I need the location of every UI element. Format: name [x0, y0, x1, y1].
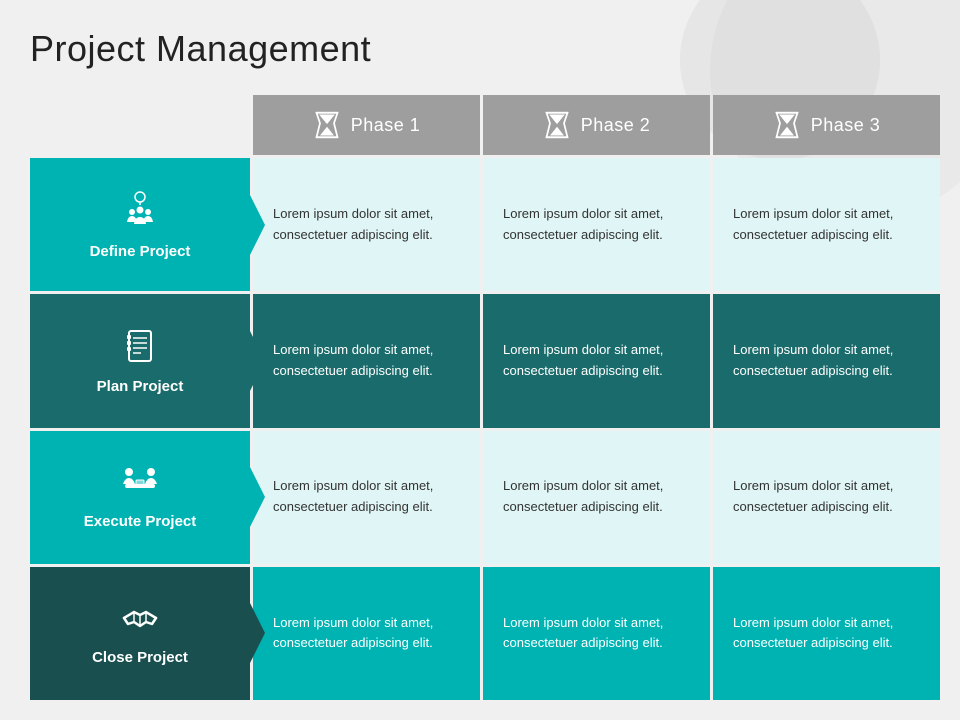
row-execute-label: Execute Project: [30, 431, 250, 564]
row-plan-label: Plan Project: [30, 294, 250, 427]
main-grid: Phase 1 Phase 2 Phase 3: [30, 95, 940, 700]
cell-execute-phase3: Lorem ipsum dolor sit amet, consectetuer…: [713, 431, 940, 564]
cell-execute-phase2-text: Lorem ipsum dolor sit amet, consectetuer…: [503, 476, 690, 518]
hourglass-icon-1: [313, 111, 341, 139]
cell-plan-phase2-text: Lorem ipsum dolor sit amet, consectetuer…: [503, 340, 690, 382]
execute-project-label: Execute Project: [84, 513, 197, 530]
cell-plan-phase1: Lorem ipsum dolor sit amet, consectetuer…: [253, 294, 480, 427]
cell-execute-phase1: Lorem ipsum dolor sit amet, consectetuer…: [253, 431, 480, 564]
phase-3-label: Phase 3: [811, 115, 881, 136]
cell-execute-phase2: Lorem ipsum dolor sit amet, consectetuer…: [483, 431, 710, 564]
cell-plan-phase2: Lorem ipsum dolor sit amet, consectetuer…: [483, 294, 710, 427]
cell-define-phase1: Lorem ipsum dolor sit amet, consectetuer…: [253, 158, 480, 291]
cell-close-phase1: Lorem ipsum dolor sit amet, consectetuer…: [253, 567, 480, 700]
row-define-label: Define Project: [30, 158, 250, 291]
cell-plan-phase1-text: Lorem ipsum dolor sit amet, consectetuer…: [273, 340, 460, 382]
cell-close-phase3: Lorem ipsum dolor sit amet, consectetuer…: [713, 567, 940, 700]
hourglass-icon-2: [543, 111, 571, 139]
cell-close-phase1-text: Lorem ipsum dolor sit amet, consectetuer…: [273, 613, 460, 655]
cell-close-phase2: Lorem ipsum dolor sit amet, consectetuer…: [483, 567, 710, 700]
row-close-label: Close Project: [30, 567, 250, 700]
page-title: Project Management: [30, 28, 371, 70]
cell-define-phase2-text: Lorem ipsum dolor sit amet, consectetuer…: [503, 204, 690, 246]
define-project-label: Define Project: [90, 243, 191, 260]
phase-2-header: Phase 2: [483, 95, 710, 155]
cell-define-phase1-text: Lorem ipsum dolor sit amet, consectetuer…: [273, 204, 460, 246]
close-project-label: Close Project: [92, 649, 188, 666]
grid-empty-corner: [30, 95, 250, 155]
cell-execute-phase1-text: Lorem ipsum dolor sit amet, consectetuer…: [273, 476, 460, 518]
cell-close-phase2-text: Lorem ipsum dolor sit amet, consectetuer…: [503, 613, 690, 655]
cell-define-phase2: Lorem ipsum dolor sit amet, consectetuer…: [483, 158, 710, 291]
execute-project-icon: [119, 464, 161, 505]
cell-plan-phase3: Lorem ipsum dolor sit amet, consectetuer…: [713, 294, 940, 427]
phase-1-header: Phase 1: [253, 95, 480, 155]
phase-3-header: Phase 3: [713, 95, 940, 155]
cell-define-phase3: Lorem ipsum dolor sit amet, consectetuer…: [713, 158, 940, 291]
phase-2-label: Phase 2: [581, 115, 651, 136]
plan-project-label: Plan Project: [97, 378, 184, 395]
cell-close-phase3-text: Lorem ipsum dolor sit amet, consectetuer…: [733, 613, 920, 655]
plan-project-icon: [121, 327, 159, 370]
cell-plan-phase3-text: Lorem ipsum dolor sit amet, consectetuer…: [733, 340, 920, 382]
phase-1-label: Phase 1: [351, 115, 421, 136]
cell-define-phase3-text: Lorem ipsum dolor sit amet, consectetuer…: [733, 204, 920, 246]
cell-execute-phase3-text: Lorem ipsum dolor sit amet, consectetuer…: [733, 476, 920, 518]
define-project-icon: [120, 190, 160, 235]
hourglass-icon-3: [773, 111, 801, 139]
close-project-icon: [120, 600, 160, 641]
